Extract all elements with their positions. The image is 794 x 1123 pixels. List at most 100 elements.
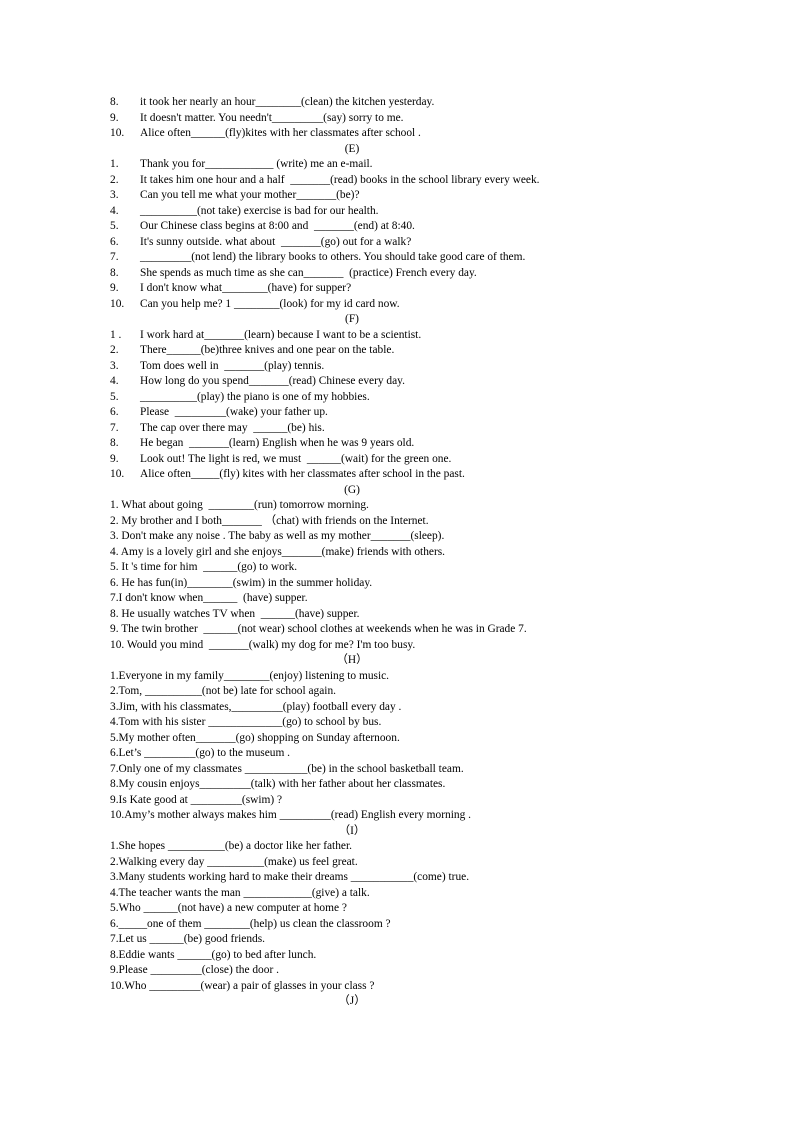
question-text: The teacher wants the man ____________(g… xyxy=(118,886,370,899)
question-number: 2. xyxy=(110,173,119,186)
question-number: 10. xyxy=(110,809,125,821)
question-text: Jim, with his classmates,_________(play)… xyxy=(118,700,402,713)
question-number: 7. xyxy=(110,933,119,945)
question-text: My mother often_______(go) shopping on S… xyxy=(118,731,400,744)
question-text: He usually watches TV when ______(have) … xyxy=(118,607,360,620)
question-line: 3. Tom does well in _______(play) tennis. xyxy=(110,359,684,375)
question-number: 3. xyxy=(110,359,119,372)
question-line: 10. Alice often______(fly)kites with her … xyxy=(110,126,684,142)
question-number: 6. xyxy=(110,576,119,589)
section-header: （J） xyxy=(338,995,366,1007)
question-number: 6. xyxy=(110,235,119,248)
section-header: (E) xyxy=(344,142,360,155)
question-text: Let’s _________(go) to the museum . xyxy=(118,747,291,759)
section-header: (G) xyxy=(344,483,360,496)
question-text: Eddie wants ______(go) to bed after lunc… xyxy=(118,948,317,961)
question-line: 7.Let us ______(be) good friends. xyxy=(110,932,684,948)
question-line: 6. Please _________(wake) your father up. xyxy=(110,405,684,421)
question-number: 6. xyxy=(110,917,119,930)
question-line: 9.Please _________(close) the door . xyxy=(110,963,684,979)
question-text: _____one of them ________(help) us clean… xyxy=(118,917,391,930)
question-number: 3. xyxy=(110,189,119,201)
question-number: 8. xyxy=(110,778,119,790)
question-text: It 's time for him ______(go) to work. xyxy=(118,561,298,573)
question-line: 4.The teacher wants the man ____________… xyxy=(110,886,684,902)
question-number: 8. xyxy=(110,437,119,449)
question-line: 1. What about going ________(run) tomorr… xyxy=(110,498,684,514)
question-text: He has fun(in)________(swim) in the summ… xyxy=(118,576,373,589)
question-text: __________(not take) exercise is bad for… xyxy=(140,204,379,217)
question-number: 7. xyxy=(110,421,119,434)
question-line: 6. It's sunny outside. what about _______… xyxy=(110,235,684,251)
question-text: Amy’s mother always makes him _________(… xyxy=(124,809,471,821)
question-number: 4. xyxy=(110,716,119,728)
section-D-tail: 8. it took her nearly an hour________(cle… xyxy=(110,95,684,142)
question-text: I don't know what________(have) for supp… xyxy=(140,282,352,294)
question-line: 8.My cousin enjoys_________(talk) with h… xyxy=(110,777,684,793)
question-line: 8. He began _______(learn) English when h… xyxy=(110,436,684,452)
worksheet-body: 8. it took her nearly an hour________(cle… xyxy=(110,95,684,1010)
question-text: Alice often______(fly)kites with her cla… xyxy=(140,127,421,139)
question-line: 5. It 's time for him ______(go) to work… xyxy=(110,560,684,576)
question-line: 10. Can you help me? 1 ________(look) for… xyxy=(110,297,684,313)
question-number: 7. xyxy=(110,762,119,775)
question-line: 4. __________(not take) exercise is bad f… xyxy=(110,204,684,220)
section-E: 1. Thank you for____________ (write) me a… xyxy=(110,157,684,312)
question-line: 9. Look out! The light is red, we must __… xyxy=(110,452,684,468)
question-line: 4.Tom with his sister _____________(go) … xyxy=(110,715,684,731)
question-text: Amy is a lovely girl and she enjoys_____… xyxy=(118,545,446,558)
question-line: 6. He has fun(in)________(swim) in the s… xyxy=(110,576,684,592)
question-text: It takes him one hour and a half _______… xyxy=(140,173,540,186)
question-number: 2. xyxy=(110,514,119,527)
question-text: The cap over there may ______(be) his. xyxy=(140,421,325,434)
question-line: 2. My brother and I both_______ （chat) w… xyxy=(110,514,684,530)
section-header: （H） xyxy=(336,654,368,666)
question-number: 1. xyxy=(110,669,119,682)
question-text: Tom with his sister _____________(go) to… xyxy=(118,716,382,728)
question-line: 2. It takes him one hour and a half _____… xyxy=(110,173,684,189)
question-line: 1.Everyone in my family________(enjoy) l… xyxy=(110,669,684,685)
question-line: 8.Eddie wants ______(go) to bed after lu… xyxy=(110,948,684,964)
question-line: 10. Would you mind _______(walk) my dog … xyxy=(110,638,684,654)
question-number: 4. xyxy=(110,886,119,899)
section-F: 1 . I work hard at_______(learn) because … xyxy=(110,328,684,483)
question-text: What about going ________(run) tomorrow … xyxy=(118,499,369,511)
question-line: 7. _________(not lend) the library books … xyxy=(110,250,684,266)
question-text: He began _______(learn) English when he … xyxy=(140,437,415,449)
question-line: 9. I don't know what________(have) for su… xyxy=(110,281,684,297)
question-text: Thank you for____________ (write) me an … xyxy=(140,158,373,170)
question-line: 7.Only one of my classmates ___________(… xyxy=(110,762,684,778)
question-number: 3. xyxy=(110,530,119,542)
question-number: 10. xyxy=(110,127,125,139)
question-text: _________(not lend) the library books to… xyxy=(140,251,526,263)
question-number: 10. xyxy=(110,468,125,480)
question-number: 10. xyxy=(110,979,125,992)
question-line: 5. Our Chinese class begins at 8:00 and _… xyxy=(110,219,684,235)
question-text: Tom, __________(not be) late for school … xyxy=(118,685,337,697)
question-line: 4. How long do you spend_______(read) Chi… xyxy=(110,374,684,390)
question-line: 10.Who _________(wear) a pair of glasses… xyxy=(110,979,684,995)
question-line: 5.My mother often_______(go) shopping on… xyxy=(110,731,684,747)
document-page: 8. it took her nearly an hour________(cle… xyxy=(0,0,794,1123)
question-number: 9. xyxy=(110,111,119,124)
section-I: 1.She hopes __________(be) a doctor like… xyxy=(110,839,684,994)
question-number: 2. xyxy=(110,685,119,697)
question-line: 10.Amy’s mother always makes him _______… xyxy=(110,808,684,824)
question-number: 3. xyxy=(110,700,119,713)
question-text: Please _________(wake) your father up. xyxy=(140,406,328,418)
question-number: 9. xyxy=(110,282,119,294)
question-number: 10. xyxy=(110,297,125,310)
question-text: Our Chinese class begins at 8:00 and ___… xyxy=(140,220,415,232)
question-number: 5. xyxy=(110,390,119,403)
question-text: Can you help me? 1 ________(look) for my… xyxy=(140,297,400,310)
question-text: Who _________(wear) a pair of glasses in… xyxy=(124,979,375,992)
question-number: 1. xyxy=(110,840,119,852)
question-number: 1 . xyxy=(110,328,122,341)
question-number: 4. xyxy=(110,375,119,387)
question-text: Alice often_____(fly) kites with her cla… xyxy=(140,468,465,480)
question-text: Don't make any noise . The baby as well … xyxy=(118,530,445,542)
question-line: 7.I don't know when______ (have) supper. xyxy=(110,591,684,607)
question-text: Would you mind _______(walk) my dog for … xyxy=(124,638,416,651)
question-line: 8. She spends as much time as she can____… xyxy=(110,266,684,282)
question-line: 2. There______(be)three knives and one pe… xyxy=(110,343,684,359)
